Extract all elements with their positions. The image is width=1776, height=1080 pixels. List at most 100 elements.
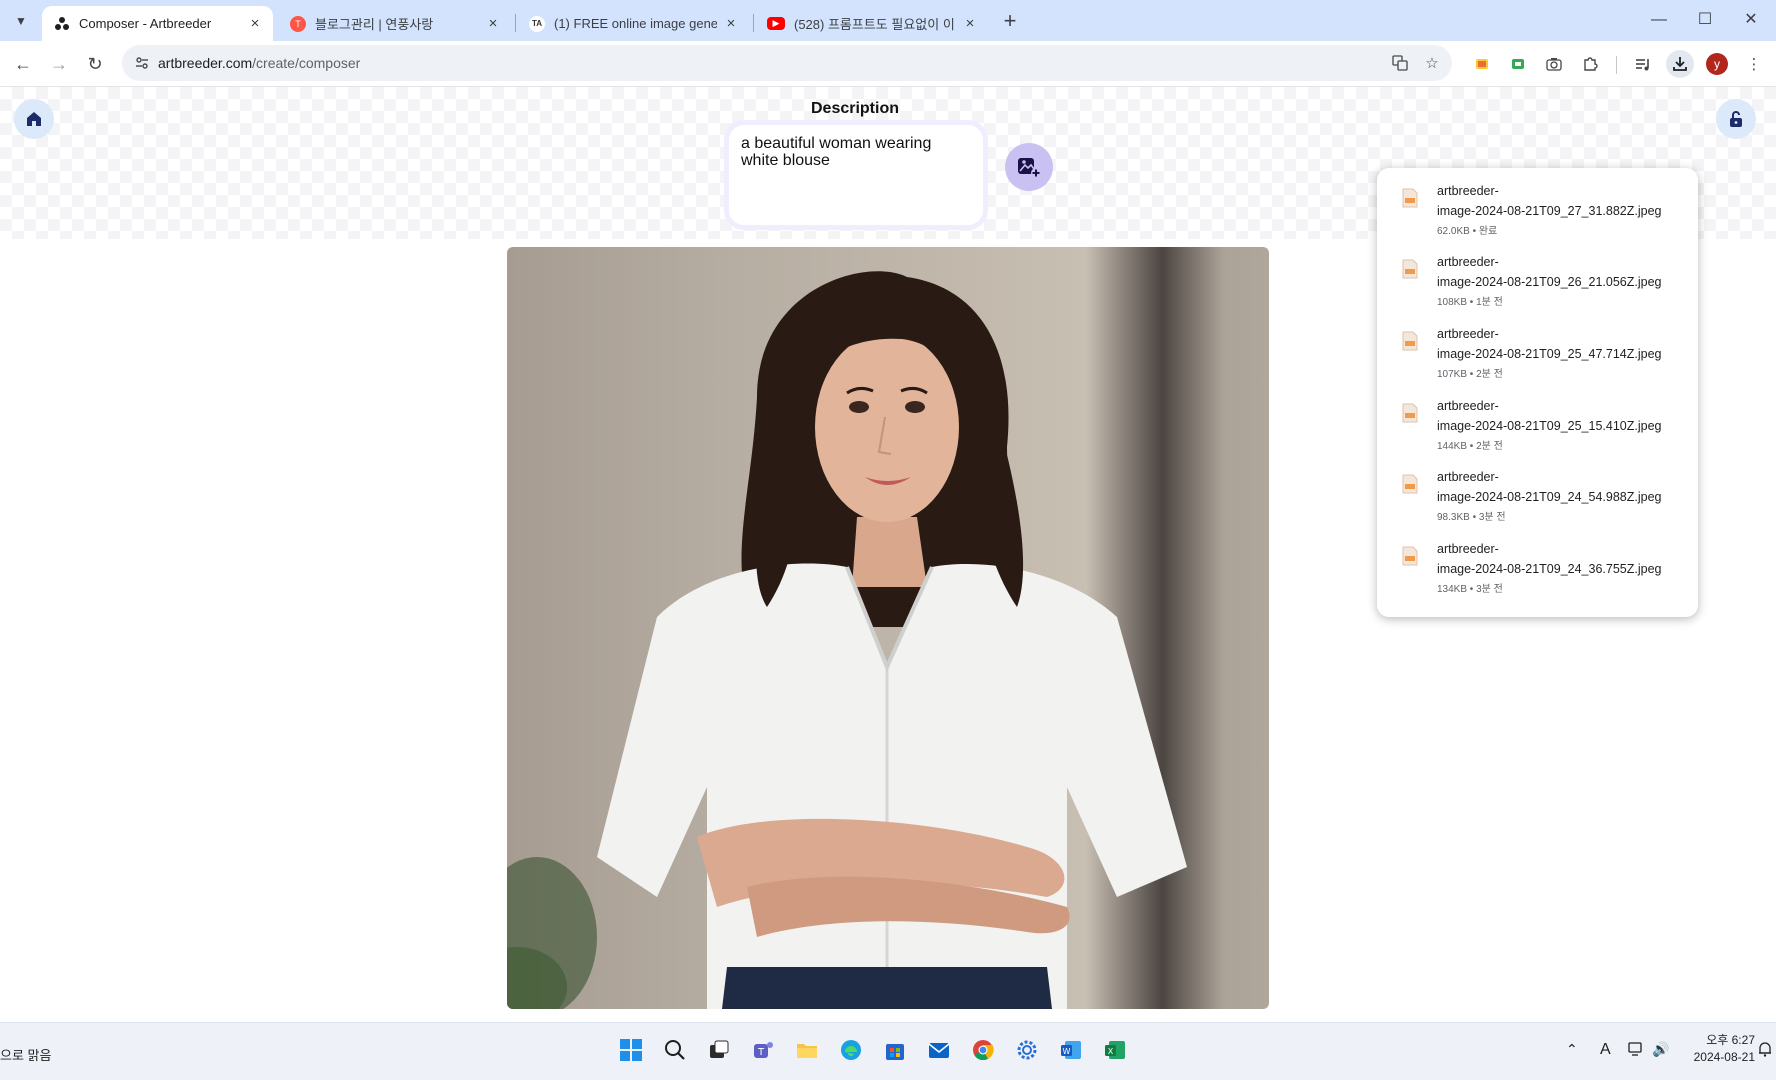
teams-app[interactable]: T: [748, 1035, 778, 1065]
media-controls-icon[interactable]: [1629, 50, 1657, 78]
chrome-icon: [973, 1040, 994, 1061]
description-text: a beautiful woman wearing white blouse: [741, 135, 932, 169]
excel-app[interactable]: X: [1100, 1035, 1130, 1065]
excel-icon: X: [1105, 1041, 1125, 1059]
address-bar[interactable]: artbreeder.com/create/composer ☆: [122, 45, 1452, 81]
download-status: 98.3KB • 3분 전: [1437, 512, 1506, 523]
artbreeder-icon: [54, 16, 70, 32]
unlock-icon: [1730, 111, 1742, 127]
chevron-up-icon[interactable]: ⌃: [1566, 1041, 1578, 1058]
windows-logo-icon: [620, 1039, 642, 1061]
download-filename: artbreeder-image-2024-08-21T09_25_15.410…: [1437, 399, 1662, 433]
tab-youtube[interactable]: ▶ (528) 프롬프트도 필요없이 이미 ×: [755, 6, 988, 41]
description-label: Description: [810, 100, 899, 117]
download-filename: artbreeder-image-2024-08-21T09_24_54.988…: [1437, 470, 1662, 504]
site-info-icon[interactable]: [130, 51, 154, 75]
maximize-button[interactable]: ☐: [1682, 6, 1728, 34]
settings-app[interactable]: [1012, 1035, 1042, 1065]
mail-app[interactable]: [924, 1035, 954, 1065]
extension-icon[interactable]: [1468, 50, 1496, 78]
svg-text:X: X: [1108, 1047, 1114, 1056]
tistory-icon: T: [290, 15, 306, 32]
notification-bell-icon[interactable]: [1758, 1041, 1772, 1060]
description-input[interactable]: a beautiful woman wearing white blouse: [724, 120, 988, 230]
translate-icon[interactable]: [1388, 51, 1412, 75]
close-window-button[interactable]: ✕: [1728, 6, 1774, 34]
close-icon[interactable]: ×: [723, 15, 739, 32]
volume-icon[interactable]: 🔊: [1652, 1041, 1669, 1058]
tab-composer-artbreeder[interactable]: Composer - Artbreeder ×: [42, 6, 273, 41]
store-icon: [886, 1044, 904, 1060]
add-image-icon: [1018, 158, 1041, 178]
tab-search-button[interactable]: ▼: [9, 9, 33, 33]
task-view-icon: [710, 1040, 729, 1058]
reload-icon: ↻: [87, 53, 103, 74]
close-icon[interactable]: ×: [247, 15, 263, 32]
chevron-down-icon: ▼: [15, 14, 27, 28]
download-item[interactable]: artbreeder-image-2024-08-21T09_25_47.714…: [1377, 311, 1698, 383]
clock-date: 2024-08-21: [1693, 1050, 1755, 1064]
extension-icon[interactable]: [1504, 50, 1532, 78]
artbreeder-composer-page: Description a beautiful woman wearing wh…: [0, 87, 1776, 1022]
download-status: 144KB • 2분 전: [1437, 441, 1503, 452]
download-filename: artbreeder-image-2024-08-21T09_25_47.714…: [1437, 327, 1662, 361]
back-button[interactable]: ←: [8, 49, 38, 79]
extensions-puzzle-icon[interactable]: [1576, 50, 1604, 78]
jpeg-file-icon: [1402, 331, 1418, 351]
add-image-button[interactable]: [1005, 143, 1053, 191]
forward-button[interactable]: →: [44, 49, 74, 79]
edge-app[interactable]: [836, 1035, 866, 1065]
toolbar-separator: [1616, 56, 1617, 74]
downloads-button[interactable]: [1666, 50, 1694, 78]
url-domain: artbreeder.com: [158, 55, 253, 71]
camera-icon[interactable]: [1540, 50, 1568, 78]
reload-button[interactable]: ↻: [80, 49, 110, 79]
close-icon[interactable]: ×: [485, 15, 501, 32]
jpeg-file-icon: [1402, 546, 1418, 566]
new-tab-button[interactable]: +: [996, 8, 1024, 36]
minimize-button[interactable]: —: [1636, 6, 1682, 34]
download-filename: artbreeder-image-2024-08-21T09_26_21.056…: [1437, 255, 1662, 289]
home-button[interactable]: [14, 99, 54, 139]
task-view-button[interactable]: [704, 1035, 734, 1065]
youtube-icon: ▶: [767, 17, 785, 30]
mail-icon: [928, 1043, 950, 1058]
download-item[interactable]: artbreeder-image-2024-08-21T09_26_21.056…: [1377, 239, 1698, 311]
teams-icon: T: [754, 1042, 773, 1058]
file-explorer-app[interactable]: [792, 1035, 822, 1065]
taskbar-search-button[interactable]: [660, 1035, 690, 1065]
download-status: 107KB • 2분 전: [1437, 369, 1503, 380]
download-item[interactable]: artbreeder-image-2024-08-21T09_24_54.988…: [1377, 454, 1698, 526]
edge-icon: [841, 1040, 861, 1060]
download-item[interactable]: artbreeder-image-2024-08-21T09_27_31.882…: [1377, 168, 1698, 240]
tab-free-image-generator[interactable]: TA (1) FREE online image generat ×: [517, 6, 749, 41]
word-icon: W: [1061, 1041, 1081, 1059]
menu-kebab-icon[interactable]: ⋮: [1740, 50, 1768, 78]
generated-image-illustration: [507, 271, 1187, 1009]
store-app[interactable]: [880, 1035, 910, 1065]
weather-widget[interactable]: 으로 맑음: [0, 1045, 51, 1064]
svg-text:W: W: [1063, 1047, 1071, 1056]
ime-indicator[interactable]: A: [1600, 1041, 1611, 1059]
download-item[interactable]: artbreeder-image-2024-08-21T09_24_36.755…: [1377, 526, 1698, 598]
tab-separator: [515, 14, 516, 32]
ta-icon: TA: [529, 15, 545, 32]
browser-toolbar: ← → ↻ artbreeder.com/create/composer ☆ y…: [0, 41, 1776, 87]
chrome-app[interactable]: [968, 1035, 998, 1065]
jpeg-file-icon: [1402, 188, 1418, 208]
network-icon[interactable]: [1628, 1041, 1646, 1060]
word-app[interactable]: W: [1056, 1035, 1086, 1065]
start-button[interactable]: [616, 1035, 646, 1065]
generated-image[interactable]: [507, 247, 1269, 1009]
tab-title: (528) 프롬프트도 필요없이 이미: [794, 17, 956, 32]
system-clock[interactable]: 오후 6:27 2024-08-21: [1675, 1032, 1755, 1066]
home-icon: [27, 112, 41, 126]
lock-button[interactable]: [1716, 99, 1756, 139]
tab-blog-admin[interactable]: T 블로그관리 | 연풍사랑 ×: [278, 6, 511, 41]
profile-avatar[interactable]: y: [1706, 53, 1728, 75]
bookmark-star-icon[interactable]: ☆: [1420, 51, 1444, 75]
close-icon[interactable]: ×: [962, 15, 978, 32]
download-filename: artbreeder-image-2024-08-21T09_27_31.882…: [1437, 184, 1662, 218]
download-item[interactable]: artbreeder-image-2024-08-21T09_25_15.410…: [1377, 383, 1698, 455]
svg-text:T: T: [757, 1047, 765, 1058]
